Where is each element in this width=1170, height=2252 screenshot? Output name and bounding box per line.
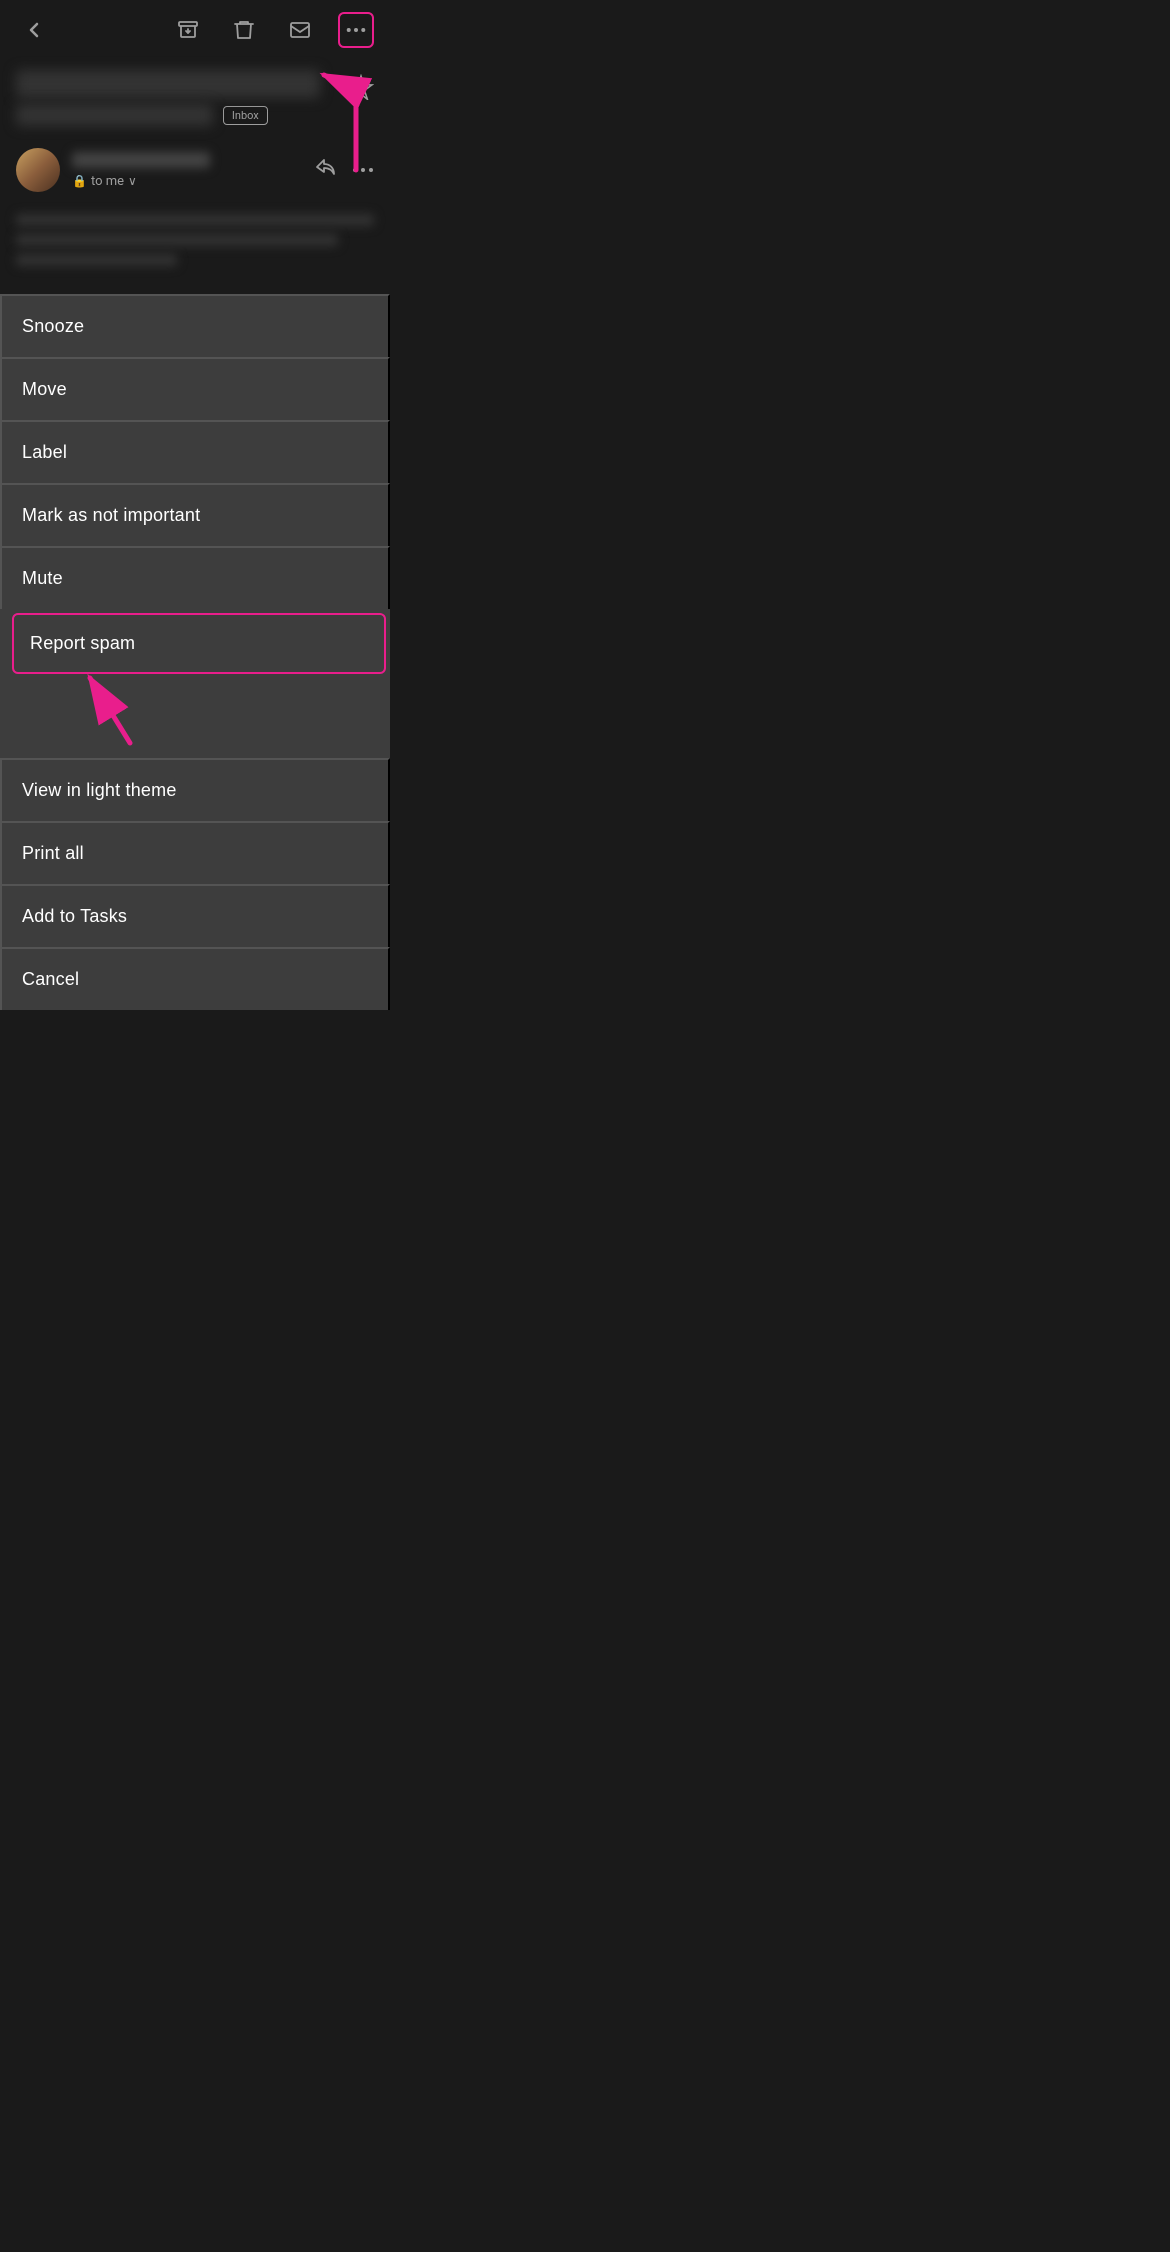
subject-line2: Inbox [16, 104, 374, 126]
toolbar-right [170, 12, 374, 48]
sender-to-me[interactable]: 🔒 to me ∨ [72, 174, 302, 189]
reply-button[interactable] [314, 157, 336, 184]
archive-button[interactable] [170, 12, 206, 48]
view-light-theme-menu-item[interactable]: View in light theme [0, 758, 390, 821]
chevron-down-icon: ∨ [128, 174, 137, 188]
more-options-button[interactable] [338, 12, 374, 48]
back-button[interactable] [16, 12, 52, 48]
email-sender-row: 🔒 to me ∨ [0, 138, 390, 202]
body-line-3 [16, 254, 177, 266]
subject-blurred-line2 [16, 104, 213, 126]
email-body [0, 202, 390, 294]
label-menu-item[interactable]: Label [0, 420, 390, 483]
body-line-1 [16, 214, 374, 226]
mute-menu-item[interactable]: Mute [0, 546, 390, 609]
subject-blurred-line1 [16, 70, 320, 98]
inbox-badge: Inbox [223, 106, 268, 125]
snooze-menu-item[interactable]: Snooze [0, 294, 390, 357]
context-menu: Snooze Move Label Mark as not important … [0, 294, 390, 1010]
email-subject-area: Inbox [0, 60, 390, 138]
email-more-button[interactable] [352, 158, 374, 182]
body-line-2 [16, 234, 338, 246]
mail-button[interactable] [282, 12, 318, 48]
cancel-menu-item[interactable]: Cancel [0, 947, 390, 1010]
star-button[interactable] [348, 74, 374, 106]
lock-icon: 🔒 [72, 174, 87, 188]
report-spam-menu-item[interactable]: Report spam [12, 613, 386, 674]
mark-not-important-menu-item[interactable]: Mark as not important [0, 483, 390, 546]
print-all-menu-item[interactable]: Print all [0, 821, 390, 884]
sender-actions [314, 157, 374, 184]
email-toolbar [0, 0, 390, 60]
to-me-label: to me [91, 174, 124, 189]
sender-name-blurred [72, 152, 210, 168]
move-menu-item[interactable]: Move [0, 357, 390, 420]
add-to-tasks-menu-item[interactable]: Add to Tasks [0, 884, 390, 947]
sender-info: 🔒 to me ∨ [72, 152, 302, 189]
toolbar-left [16, 12, 52, 48]
delete-button[interactable] [226, 12, 262, 48]
sender-avatar [16, 148, 60, 192]
